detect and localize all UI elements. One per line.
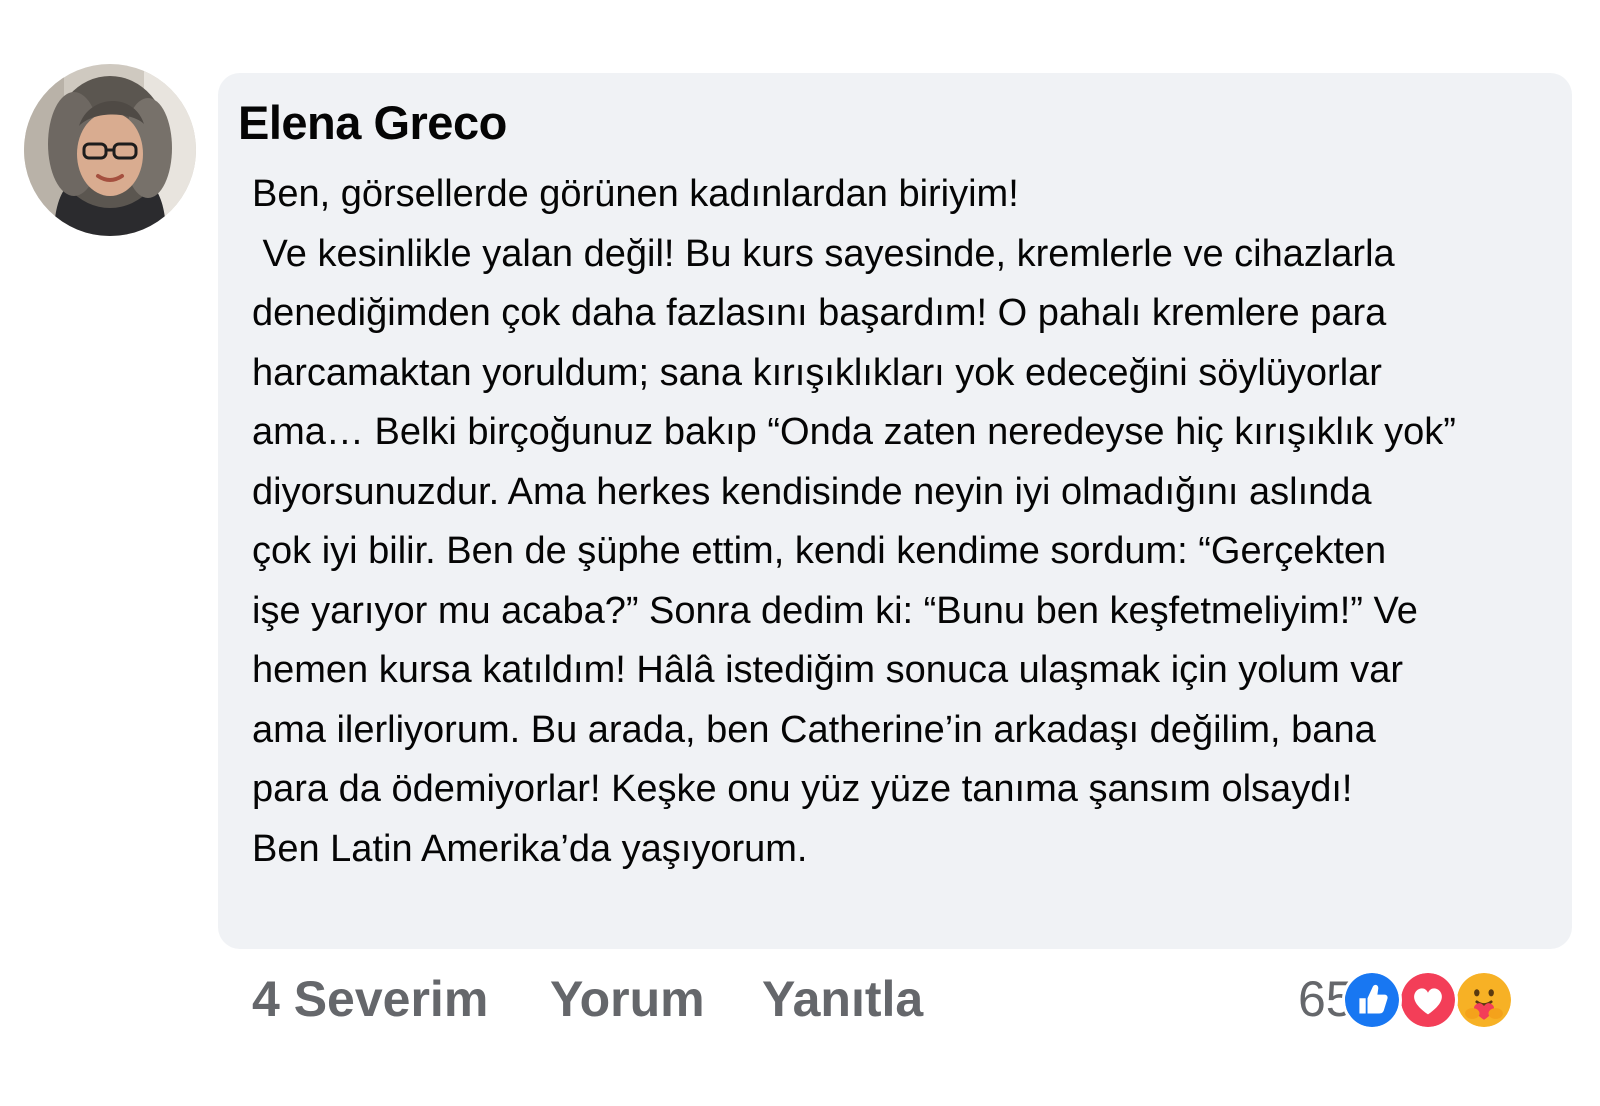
comment-line: işe yarıyor mu acaba?” Sonra dedim ki: “…	[252, 589, 1418, 632]
comment-line: harcamaktan yoruldum; sana kırışıklıklar…	[252, 351, 1382, 394]
like-button[interactable]: 4 Severim	[252, 966, 488, 1032]
comment-line: hemen kursa katıldım! Hâlâ istediğim son…	[252, 649, 1404, 691]
comment-button[interactable]: Yorum	[550, 966, 705, 1032]
user-avatar-photo-icon	[24, 64, 196, 236]
comment-line: diyorsunuzdur. Ama herkes kendisinde ney…	[252, 470, 1372, 513]
comment-line: denediğimden çok daha fazlasını başardım…	[252, 292, 1387, 334]
avatar[interactable]	[24, 64, 196, 236]
like-reaction-icon	[1342, 970, 1402, 1030]
reply-button[interactable]: Yanıtla	[762, 966, 923, 1032]
comment-line: ama ilerliyorum. Bu arada, ben Catherine…	[252, 708, 1376, 751]
comment-line: Ben Latin Amerika’da yaşıyorum.	[252, 827, 808, 870]
comment-bubble: Elena Greco Ben, görsellerde görünen kad…	[218, 73, 1572, 949]
comment-line: para da ödemiyorlar! Keşke onu yüz yüze …	[252, 768, 1353, 810]
comment-line: ama… Belki birçoğunuz bakıp “Onda zaten …	[252, 411, 1456, 453]
comment-text: Ben, görsellerde görünen kadınlardan bir…	[252, 165, 1562, 879]
care-reaction-icon	[1454, 970, 1514, 1030]
comment-line: Ve kesinlikle yalan değil! Bu kurs sayes…	[252, 232, 1395, 275]
love-reaction-icon	[1398, 970, 1458, 1030]
author-name[interactable]: Elena Greco	[238, 95, 507, 150]
comment-line: çok iyi bilir. Ben de şüphe ettim, kendi…	[252, 530, 1387, 572]
comment-line: Ben, görsellerde görünen kadınlardan bir…	[252, 173, 1019, 215]
